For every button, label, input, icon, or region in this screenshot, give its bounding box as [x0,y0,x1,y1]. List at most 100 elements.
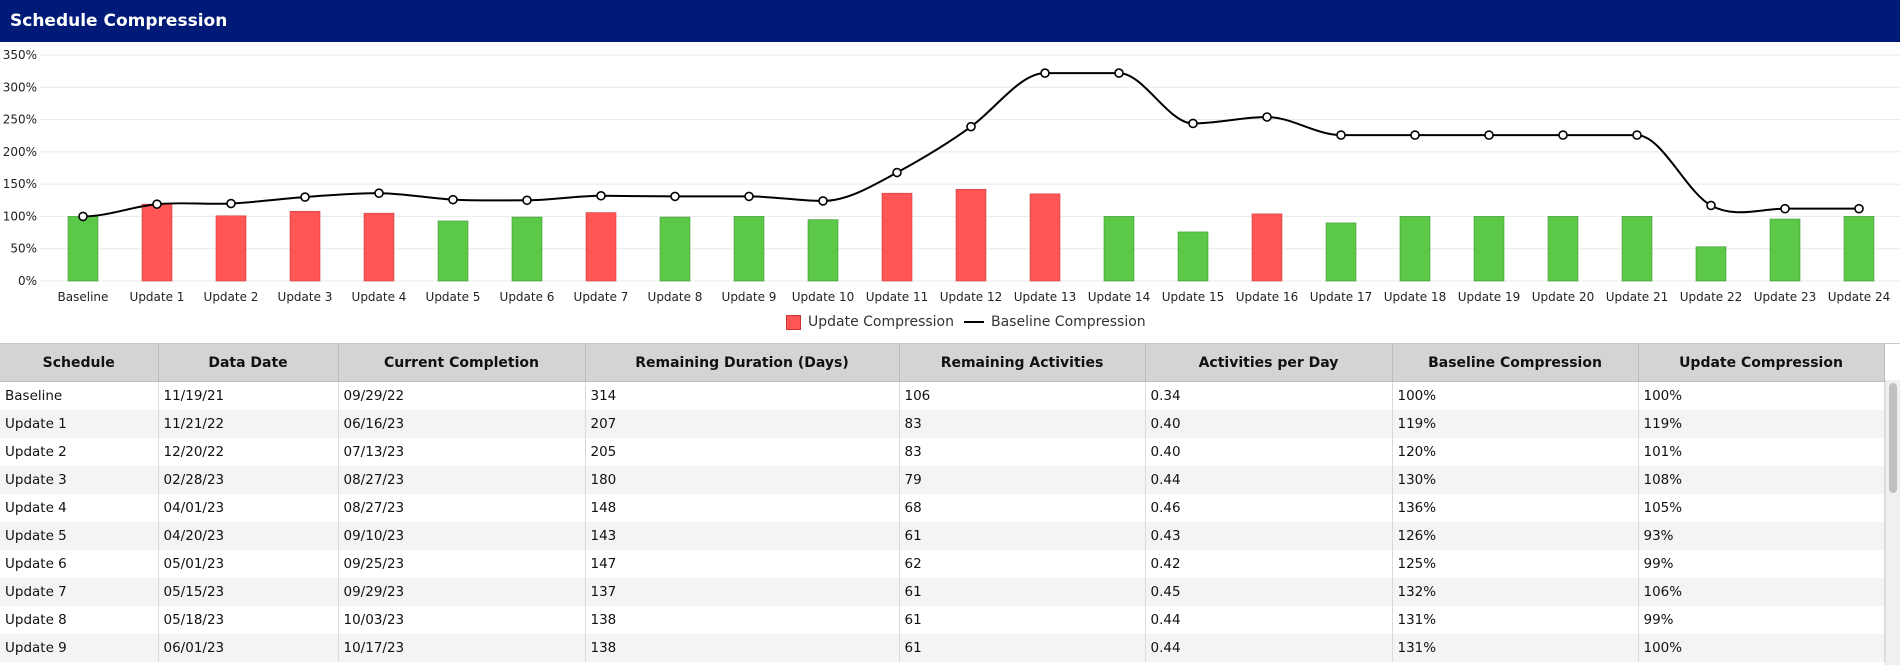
table-row[interactable]: Update 1 11/21/22 06/16/23 207 83 0.40 119% 119… [0,410,1885,438]
column-header[interactable]: Remaining Activities [899,344,1146,382]
bar-update-compression[interactable] [1103,216,1135,282]
table-cell: 61 [899,522,1146,550]
table-cell: 137 [585,578,900,606]
table-cell: 09/25/23 [338,550,586,578]
column-header[interactable]: Activities per Day [1145,344,1393,382]
table-header-row: Schedule Data Date Current Completion Re… [0,344,1885,382]
column-header[interactable]: Schedule [0,344,159,382]
line-point-baseline-compression[interactable] [670,191,680,202]
bar-update-compression[interactable] [363,212,395,282]
bar-update-compression[interactable] [733,216,765,282]
line-point-baseline-compression[interactable] [78,211,88,222]
bar-update-compression[interactable] [1473,216,1505,282]
legend-bar-swatch[interactable] [786,314,801,330]
line-point-baseline-compression[interactable] [1780,203,1790,214]
line-point-baseline-compression[interactable] [1262,112,1272,122]
y-tick-label: 300% [3,80,37,94]
line-point-baseline-compression[interactable] [892,167,902,178]
bar-update-compression[interactable] [1695,246,1727,282]
line-point-baseline-compression[interactable] [1706,200,1716,211]
table-row[interactable]: Baseline 11/19/21 09/29/22 314 106 0.34 100% 10… [0,381,1885,410]
bar-update-compression[interactable] [1547,216,1579,282]
bar-update-compression[interactable] [1621,216,1653,282]
bar-update-compression[interactable] [659,216,691,282]
bar-update-compression[interactable] [1251,213,1283,282]
bar-update-compression[interactable] [67,216,99,282]
table-cell: 04/20/23 [158,522,339,550]
table-row[interactable]: Update 4 04/01/23 08/27/23 148 68 0.46 136% 105… [0,494,1885,522]
table-cell: 205 [585,438,900,466]
line-point-baseline-compression[interactable] [1188,118,1198,129]
bar-update-compression[interactable] [1769,218,1801,282]
line-point-baseline-compression[interactable] [1632,130,1642,140]
table-row[interactable]: Update 6 05/01/23 09/25/23 147 62 0.42 125% 99% [0,550,1885,578]
table-row[interactable]: Update 8 05/18/23 10/03/23 138 61 0.44 131% 99% [0,606,1885,634]
line-point-baseline-compression[interactable] [818,196,828,206]
bar-update-compression[interactable] [881,192,913,282]
line-point-baseline-compression[interactable] [152,199,162,209]
bar-update-compression[interactable] [585,212,617,282]
line-point-baseline-compression[interactable] [966,121,976,132]
scrollbar-thumb[interactable] [1889,383,1897,493]
line-point-baseline-compression[interactable] [226,198,236,209]
bar-update-compression[interactable] [1177,231,1209,282]
column-header[interactable]: Remaining Duration (Days) [585,344,900,382]
line-point-baseline-compression[interactable] [1040,68,1050,78]
table-cell: 83 [899,438,1146,466]
bar-update-compression[interactable] [1029,193,1061,282]
line-point-baseline-compression[interactable] [1558,130,1568,140]
x-tick-label: Update 15 [1162,290,1225,304]
table-cell: 05/15/23 [158,578,339,606]
table-cell: 09/29/22 [338,381,586,410]
line-point-baseline-compression[interactable] [1114,68,1124,78]
table-cell: 0.44 [1145,606,1393,634]
bar-update-compression[interactable] [215,215,247,282]
table-cell: 11/21/22 [158,410,339,438]
x-tick-label: Update 10 [792,290,855,304]
table-row[interactable]: Update 7 05/15/23 09/29/23 137 61 0.45 132% 106… [0,578,1885,606]
line-point-baseline-compression[interactable] [1410,130,1420,140]
column-header[interactable]: Baseline Compression [1392,344,1639,382]
column-header[interactable]: Current Completion [338,344,586,382]
line-point-baseline-compression[interactable] [522,195,532,206]
x-tick-label: Update 13 [1014,290,1077,304]
table-cell: 0.43 [1145,522,1393,550]
line-point-baseline-compression[interactable] [744,191,754,202]
table-row[interactable]: Update 5 04/20/23 09/10/23 143 61 0.43 126% 93% [0,522,1885,550]
line-point-baseline-compression[interactable] [596,190,606,201]
table-cell: Update 2 [0,438,159,466]
line-point-baseline-compression[interactable] [1336,130,1346,140]
table-row[interactable]: Update 2 12/20/22 07/13/23 205 83 0.40 120% 101… [0,438,1885,466]
compression-table-container: Schedule Data Date Current Completion Re… [0,343,1900,665]
bar-update-compression[interactable] [807,219,839,282]
line-point-baseline-compression[interactable] [374,188,384,198]
bar-update-compression[interactable] [1399,216,1431,282]
column-header[interactable]: Update Compression [1638,344,1885,382]
x-tick-label: Update 12 [940,290,1003,304]
bar-update-compression[interactable] [1325,222,1357,282]
legend-bar-label[interactable]: Update Compression [808,314,954,330]
bar-update-compression[interactable] [289,210,321,282]
bar-update-compression[interactable] [1843,216,1875,282]
bar-update-compression[interactable] [141,203,173,282]
table-cell: 101% [1638,438,1885,466]
line-point-baseline-compression[interactable] [1484,130,1494,140]
legend-line-swatch[interactable] [964,321,984,323]
line-point-baseline-compression[interactable] [448,194,458,205]
line-point-baseline-compression[interactable] [1854,203,1864,214]
table-cell: 147 [585,550,900,578]
table-scrollbar[interactable] [1885,380,1900,665]
table-row[interactable]: Update 9 06/01/23 10/17/23 138 61 0.44 131% 100… [0,634,1885,662]
bar-update-compression[interactable] [511,216,543,282]
table-cell: 11/19/21 [158,381,339,410]
y-tick-label: 200% [3,145,37,159]
bar-update-compression[interactable] [437,220,469,282]
line-point-baseline-compression[interactable] [300,192,310,202]
table-cell: 06/16/23 [338,410,586,438]
table-row[interactable]: Update 3 02/28/23 08/27/23 180 79 0.44 130% 108… [0,466,1885,494]
legend-line-label[interactable]: Baseline Compression [991,314,1146,330]
bar-update-compression[interactable] [955,189,987,282]
column-header[interactable]: Data Date [158,344,339,382]
table-cell: 100% [1638,634,1885,662]
x-tick-label: Update 14 [1088,290,1151,304]
